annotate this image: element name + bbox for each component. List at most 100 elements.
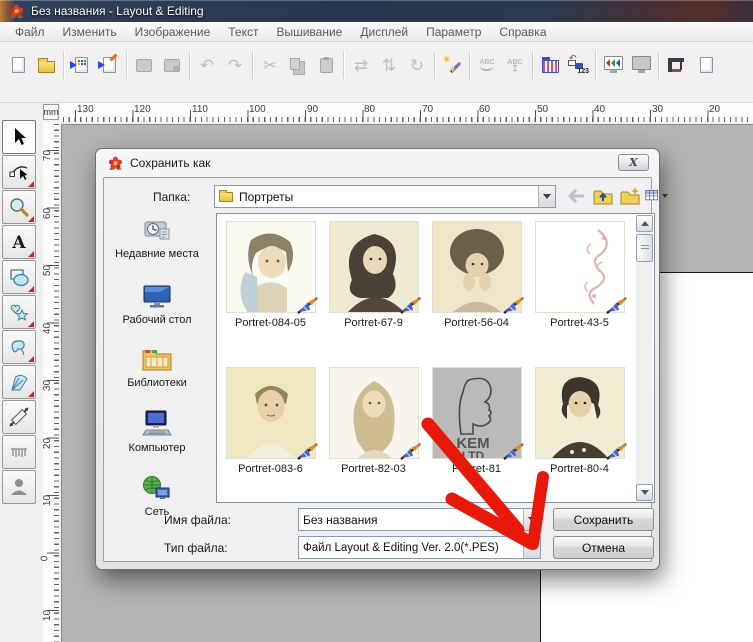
screen-view-icon[interactable] [627, 47, 655, 83]
triangle-up-icon [641, 221, 649, 226]
file-name: Portret-56-04 [426, 317, 527, 329]
toolbar-separator [252, 51, 253, 79]
file-name: Portret-81 [426, 463, 527, 475]
new-folder-icon [619, 186, 641, 206]
text-fit-icon[interactable]: ABC [473, 47, 501, 83]
cut-icon[interactable]: ✂ [256, 47, 284, 83]
libraries-icon [140, 344, 174, 374]
design-property-icon[interactable] [662, 47, 690, 83]
network-icon [141, 475, 173, 503]
import-design-icon[interactable] [67, 47, 95, 83]
view-menu-button[interactable] [645, 185, 668, 206]
toolbar-separator [126, 51, 127, 79]
portrait-tool[interactable] [2, 470, 36, 504]
cancel-button[interactable]: Отмена [553, 536, 654, 559]
save-button[interactable]: Сохранить [553, 508, 654, 531]
place-label: Рабочий стол [122, 314, 191, 327]
text-transform-icon[interactable]: ABC↥ [501, 47, 529, 83]
folder-combobox[interactable]: Портреты [214, 185, 556, 208]
menu-display[interactable]: Дисплей [351, 23, 417, 41]
pes-file-icon [295, 294, 321, 316]
text-tool[interactable]: A [2, 225, 36, 259]
scrollbar-thumb[interactable] [636, 234, 653, 262]
filetype-dropdown-button[interactable] [523, 537, 540, 558]
file-item[interactable]: Portret-67-9 [323, 222, 424, 329]
close-icon[interactable]: X [618, 154, 649, 171]
menu-sew[interactable]: Вышивание [267, 23, 351, 41]
filetype-combobox[interactable]: Файл Layout & Editing Ver. 2.0(*.PES) [298, 536, 541, 559]
save-icon[interactable] [130, 47, 158, 83]
clipped-edge-icon[interactable] [692, 47, 720, 83]
folder-label: Папка: [153, 190, 190, 204]
open-icon[interactable] [32, 47, 60, 83]
file-thumbnail [227, 368, 315, 458]
point-edit-tool[interactable] [2, 155, 36, 189]
select-tool[interactable] [2, 120, 36, 154]
menu-text[interactable]: Текст [219, 23, 267, 41]
rotate-icon[interactable]: ↻ [403, 47, 431, 83]
file-item[interactable]: Portret-084-05 [220, 222, 321, 329]
paste-icon[interactable] [312, 47, 340, 83]
new-document-icon[interactable] [4, 47, 32, 83]
import-image-icon[interactable] [95, 47, 123, 83]
measure-tool[interactable] [2, 400, 36, 434]
tool-palette: A [2, 120, 37, 505]
place-libraries[interactable]: Библиотеки [104, 344, 210, 390]
file-item[interactable]: Portret-80-4 [529, 368, 630, 475]
menu-image[interactable]: Изображение [126, 23, 220, 41]
embroidery-library-icon[interactable] [536, 47, 564, 83]
menu-help[interactable]: Справка [490, 23, 555, 41]
sewing-order-icon[interactable]: ↶123 [564, 47, 592, 83]
svg-text:A: A [11, 233, 26, 253]
zoom-tool[interactable] [2, 190, 36, 224]
file-item[interactable]: Portret-43-5 [529, 222, 630, 329]
flip-vertical-icon[interactable]: ⇅ [375, 47, 403, 83]
freeform-tool[interactable] [2, 330, 36, 364]
realistic-view-icon[interactable] [599, 47, 627, 83]
filename-dropdown-button[interactable] [523, 509, 540, 530]
chevron-down-icon [528, 545, 536, 550]
shape-tool[interactable] [2, 260, 36, 294]
place-computer[interactable]: Компьютер [104, 409, 210, 455]
up-one-level-button[interactable] [591, 185, 614, 206]
filetype-value: Файл Layout & Editing Ver. 2.0(*.PES) [299, 542, 523, 554]
fancy-shape-tool[interactable] [2, 295, 36, 329]
back-arrow-icon [566, 187, 586, 205]
redo-icon[interactable]: ↷ [221, 47, 249, 83]
scroll-up-button[interactable] [636, 215, 653, 232]
vertical-ruler: 70 60 50 40 30 20 10 0 10 [43, 122, 59, 642]
person-icon [8, 476, 30, 498]
new-folder-button[interactable] [618, 185, 641, 206]
file-item[interactable]: Portret-083-6 [220, 368, 321, 475]
magic-wand-icon[interactable] [438, 47, 466, 83]
stitch-attribute-tool[interactable] [2, 435, 36, 469]
toolbar-separator [595, 51, 596, 79]
toolbar-separator [343, 51, 344, 79]
copy-icon[interactable] [284, 47, 312, 83]
dialog-title-bar[interactable]: Сохранить как [96, 149, 659, 177]
title-bar[interactable]: Без названия - Layout & Editing [0, 0, 753, 22]
dialog-flower-icon [108, 156, 123, 171]
write-to-card-icon[interactable] [158, 47, 186, 83]
file-thumbnail [227, 222, 315, 312]
place-desktop[interactable]: Рабочий стол [104, 283, 210, 327]
file-item[interactable]: Portret-82-03 [323, 368, 424, 475]
folder-dropdown-button[interactable] [538, 186, 555, 207]
menu-option[interactable]: Параметр [417, 23, 490, 41]
filename-combobox[interactable]: Без названия [298, 508, 541, 531]
menu-file[interactable]: Файл [6, 23, 54, 41]
fan-shape-tool[interactable] [2, 365, 36, 399]
triangle-down-icon [641, 490, 649, 495]
menu-edit[interactable]: Изменить [54, 23, 126, 41]
recent-places-icon [141, 217, 173, 245]
flip-horizontal-icon[interactable]: ⇄ [347, 47, 375, 83]
file-name: Portret-82-03 [323, 463, 424, 475]
back-button[interactable] [564, 185, 587, 206]
file-item[interactable]: Portret-56-04 [426, 222, 527, 329]
undo-icon[interactable]: ↶ [193, 47, 221, 83]
desktop-icon [141, 283, 173, 311]
list-scrollbar[interactable] [636, 215, 653, 501]
file-item[interactable]: KEMLTD Portret-81 [426, 368, 527, 475]
scroll-down-button[interactable] [636, 484, 653, 501]
place-recent[interactable]: Недавние места [104, 217, 210, 261]
